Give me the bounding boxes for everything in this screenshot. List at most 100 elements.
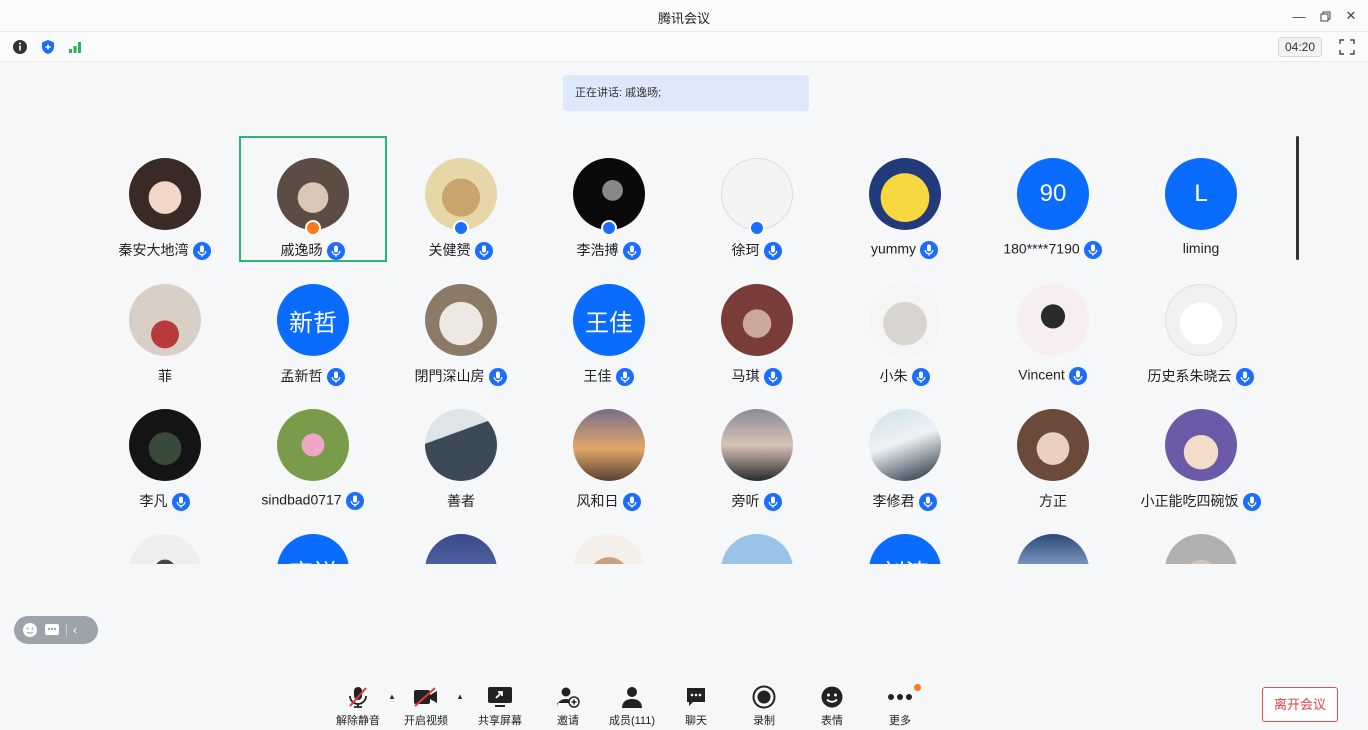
participant-tile[interactable]: 徐珂: [683, 136, 831, 262]
avatar: [1165, 534, 1237, 564]
mic-icon: [345, 492, 364, 510]
participant-name: 小正能吃四碗饭: [1127, 491, 1275, 512]
participant-tile[interactable]: 秦安大地湾: [91, 136, 239, 262]
minimize-icon[interactable]: —: [1288, 6, 1310, 26]
more-icon: [888, 694, 912, 700]
avatar: [425, 284, 497, 356]
avatar: [1165, 284, 1237, 356]
cohost-badge-icon: [749, 220, 765, 236]
participant-tile-active[interactable]: 戚逸旸: [239, 136, 387, 262]
participant-tile[interactable]: [979, 512, 1127, 564]
mic-icon: [911, 368, 930, 387]
participant-tile[interactable]: 齐祥: [239, 512, 387, 564]
participant-tile[interactable]: 风和日: [535, 387, 683, 513]
avatar: [721, 284, 793, 356]
fullscreen-icon[interactable]: [1338, 38, 1356, 56]
participant-tile[interactable]: [91, 512, 239, 564]
participant-tile[interactable]: [1127, 512, 1275, 564]
participant-tile[interactable]: L liming: [1127, 136, 1275, 262]
participant-tile[interactable]: 李凡: [91, 387, 239, 513]
cohost-badge-icon: [601, 220, 617, 236]
mic-icon: [1235, 368, 1254, 387]
avatar: [573, 534, 645, 564]
record-icon: [752, 685, 776, 709]
record-button[interactable]: 录制: [734, 684, 794, 728]
participant-name: 方正: [1039, 493, 1067, 509]
participant-tile[interactable]: 90 180****7190: [979, 136, 1127, 262]
mic-icon: [763, 368, 782, 387]
participant-tile[interactable]: 刘涛: [831, 512, 979, 564]
avatar: L: [1165, 158, 1237, 230]
add-user-icon: [557, 687, 580, 708]
participant-tile[interactable]: [387, 512, 535, 564]
participant-tile[interactable]: 菲: [91, 262, 239, 388]
collapse-icon[interactable]: ‹: [73, 623, 77, 637]
participant-tile[interactable]: 閉門深山房: [387, 262, 535, 388]
share-screen-icon: [488, 687, 512, 707]
signal-icon[interactable]: [67, 39, 83, 55]
mic-icon: [622, 242, 641, 261]
participant-tile[interactable]: 小正能吃四碗饭: [1127, 387, 1275, 513]
floating-panel-toggle[interactable]: ‹: [14, 616, 98, 644]
mic-icon: [622, 493, 641, 512]
avatar: [1165, 409, 1237, 481]
avatar: [1017, 409, 1089, 481]
mic-icon: [326, 368, 345, 387]
members-icon: [622, 687, 642, 708]
participant-tile[interactable]: 方正: [979, 387, 1127, 513]
participant-tile[interactable]: 关健赟: [387, 136, 535, 262]
restore-icon[interactable]: [1314, 6, 1336, 26]
bottom-toolbar: 解除静音 ▲ 开启视频 ▲ 共享屏幕 邀请 成员(111) 聊天 录制 表情 更…: [0, 676, 1368, 730]
mic-icon: [1242, 493, 1261, 512]
video-options-caret-icon[interactable]: ▲: [456, 692, 466, 702]
participant-tile[interactable]: 新哲 孟新哲: [239, 262, 387, 388]
close-icon[interactable]: ✕: [1340, 6, 1362, 26]
participant-tile[interactable]: 小朱: [831, 262, 979, 388]
cohost-badge-icon: [453, 220, 469, 236]
camera-off-icon: [414, 687, 437, 707]
emoji-button[interactable]: 表情: [802, 684, 862, 728]
chat-button[interactable]: 聊天: [666, 684, 726, 728]
mic-icon: [192, 242, 211, 261]
participant-tile[interactable]: 李修君: [831, 387, 979, 513]
participant-name: 历史系朱晓云: [1127, 366, 1275, 387]
avatar: [425, 534, 497, 564]
chat-bubble-icon[interactable]: [44, 622, 60, 638]
avatar: [129, 409, 201, 481]
leave-meeting-button[interactable]: 离开会议: [1262, 687, 1338, 722]
notification-dot: [914, 684, 921, 691]
participant-tile[interactable]: 马琪: [683, 262, 831, 388]
grid-scrollbar[interactable]: [1296, 136, 1299, 260]
share-screen-button[interactable]: 共享屏幕: [470, 684, 530, 728]
smile-icon[interactable]: [22, 622, 38, 638]
participant-tile[interactable]: 李浩搏: [535, 136, 683, 262]
participant-name: 善者: [447, 493, 475, 509]
participant-tile[interactable]: sindbad0717: [239, 387, 387, 513]
start-video-button[interactable]: 开启视频: [396, 684, 456, 728]
members-button[interactable]: 成员(111): [602, 684, 662, 728]
avatar: [869, 158, 941, 230]
invite-button[interactable]: 邀请: [538, 684, 598, 728]
participant-name: 风和日: [535, 491, 683, 512]
participant-tile[interactable]: [683, 512, 831, 564]
participant-tile[interactable]: yummy: [831, 136, 979, 262]
mic-icon: [1068, 367, 1087, 385]
mic-icon: [1083, 241, 1102, 259]
participant-name: 关健赟: [387, 240, 535, 261]
participant-tile[interactable]: 善者: [387, 387, 535, 513]
avatar: 齐祥: [277, 534, 349, 564]
participant-tile[interactable]: [535, 512, 683, 564]
participant-tile[interactable]: 旁听: [683, 387, 831, 513]
avatar: [573, 409, 645, 481]
participant-name: 閉門深山房: [387, 366, 535, 387]
participant-tile[interactable]: Vincent: [979, 262, 1127, 388]
unmute-button[interactable]: 解除静音: [328, 684, 388, 728]
avatar: 王佳: [573, 284, 645, 356]
more-button[interactable]: 更多: [870, 684, 930, 728]
participant-tile[interactable]: 历史系朱晓云: [1127, 262, 1275, 388]
participant-tile[interactable]: 王佳 王佳: [535, 262, 683, 388]
info-icon[interactable]: [12, 39, 28, 55]
participant-name: yummy: [831, 240, 979, 260]
shield-icon[interactable]: [40, 39, 56, 55]
participant-name: liming: [1182, 240, 1220, 256]
